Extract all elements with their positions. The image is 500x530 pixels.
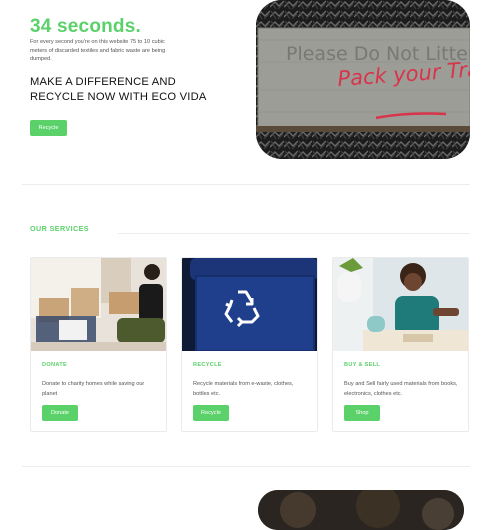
service-card-donate: DONATE Donate to charity homes while sav… — [30, 257, 167, 432]
hero-image: Please Do Not Litter Pack your Trash! — [256, 0, 470, 159]
hero-title: 34 seconds. — [30, 16, 141, 37]
service-card-buy-sell: BUY & SELL Buy and Sell fairly used mate… — [332, 257, 469, 432]
shop-button[interactable]: Shop — [344, 405, 380, 421]
buy-sell-image — [333, 258, 468, 351]
next-section-photo — [258, 490, 464, 530]
heading-rule — [118, 233, 470, 234]
shop-illustration — [333, 258, 468, 351]
recycle-card-button[interactable]: Recycle — [193, 405, 229, 421]
donate-illustration — [31, 258, 166, 351]
recycle-button[interactable]: Recycle — [30, 120, 67, 136]
recycle-bin-illustration — [182, 258, 317, 351]
services-heading: OUR SERVICES — [30, 224, 89, 233]
card-description: Donate to charity homes while saving our… — [42, 381, 145, 397]
card-title: BUY & SELL — [344, 362, 381, 368]
donate-button[interactable]: Donate — [42, 405, 78, 421]
card-description: Recycle materials from e-waste, clothes,… — [193, 381, 294, 397]
card-title: RECYCLE — [193, 362, 222, 368]
recycle-image — [182, 258, 317, 351]
card-title: DONATE — [42, 362, 68, 368]
trash-sign-illustration: Please Do Not Litter Pack your Trash! — [256, 0, 470, 159]
donate-image — [31, 258, 166, 351]
hero-description: For every second you're on this website … — [30, 39, 166, 63]
section-divider — [22, 184, 470, 185]
card-description: Buy and Sell fairly used materials from … — [344, 381, 458, 397]
hero-headline: MAKE A DIFFERENCE AND RECYCLE NOW WITH E… — [30, 76, 207, 103]
section-divider — [22, 466, 470, 467]
next-section-image — [258, 490, 464, 530]
service-card-recycle: RECYCLE Recycle materials from e-waste, … — [181, 257, 318, 432]
